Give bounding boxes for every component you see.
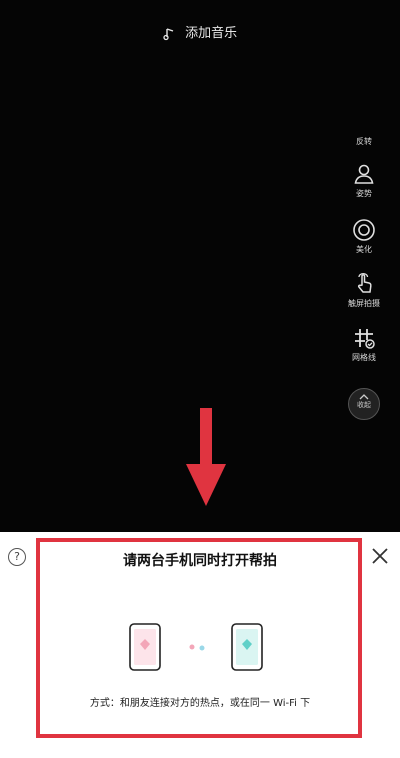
- collapse-toolbar-button[interactable]: 收起: [348, 388, 380, 420]
- down-arrow-icon: [186, 408, 226, 506]
- pose-person-icon: [354, 164, 374, 184]
- beauty-label: 美化: [356, 245, 372, 254]
- tap-to-shoot-button[interactable]: 触屏拍摄: [342, 270, 386, 310]
- pose-label: 姿势: [356, 189, 372, 198]
- beauty-button[interactable]: 美化: [342, 218, 386, 256]
- flip-camera-label: 反转: [356, 137, 372, 146]
- collapse-label: 收起: [357, 401, 371, 409]
- tap-to-shoot-label: 触屏拍摄: [348, 299, 380, 308]
- grid-lines-label: 网格线: [352, 353, 376, 362]
- pose-button[interactable]: 姿势: [342, 162, 386, 200]
- grid-lines-button[interactable]: 网格线: [342, 326, 386, 364]
- tap-to-shoot-icon: [357, 272, 372, 293]
- chevron-up-icon: [359, 394, 369, 400]
- beauty-ring-icon: [353, 219, 375, 241]
- sync-shoot-panel: ? 请两台手机同时打开帮拍 方式：和朋友连接对方的热点，或在同一 Wi-Fi 下: [0, 532, 400, 758]
- grid-lines-icon: [355, 329, 375, 349]
- highlight-annotation-box: [36, 538, 362, 738]
- add-music-label: 添加音乐: [185, 26, 238, 41]
- add-music-button[interactable]: 添加音乐: [0, 24, 400, 45]
- music-note-icon: [163, 28, 174, 41]
- screen: 添加音乐 反转 姿势 美化 触屏拍摄 网格线 收起 ? 请两台手机同时打开帮拍 …: [0, 0, 400, 758]
- flip-camera-button[interactable]: 反转: [342, 136, 386, 148]
- camera-viewfinder[interactable]: 添加音乐 反转 姿势 美化 触屏拍摄 网格线 收起: [0, 0, 400, 532]
